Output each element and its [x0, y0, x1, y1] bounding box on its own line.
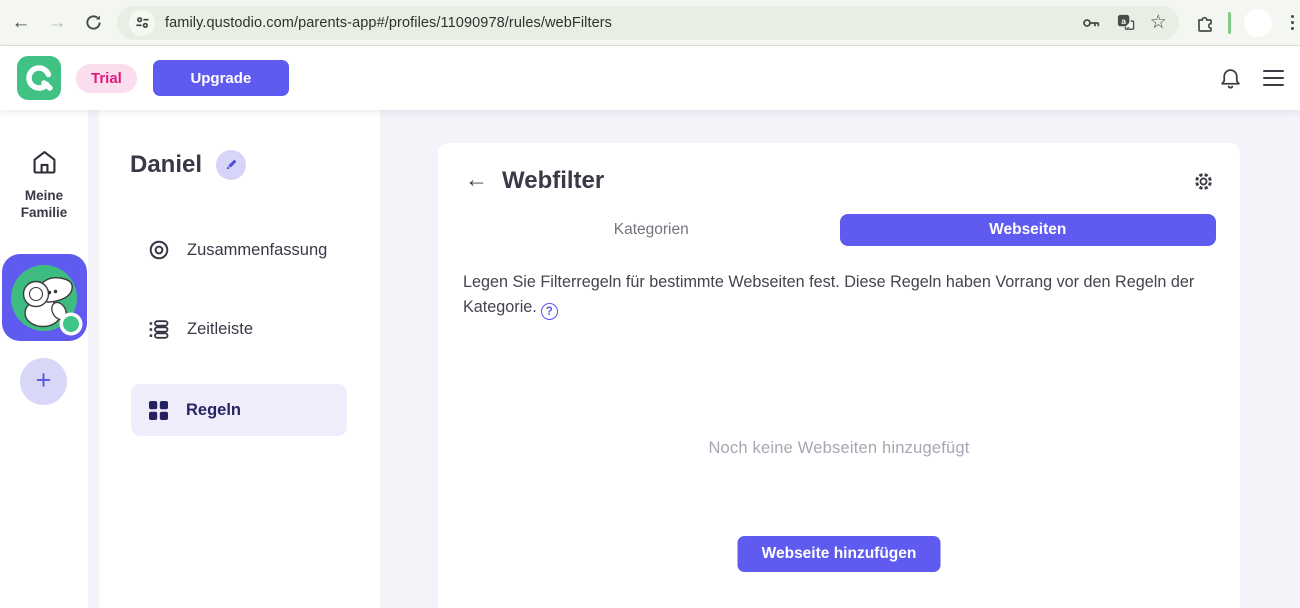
upgrade-button[interactable]: Upgrade — [152, 60, 289, 96]
qustodio-logo[interactable] — [17, 56, 61, 100]
settings-gear-button[interactable] — [1193, 171, 1214, 192]
webfilter-tabs: Kategorien Webseiten — [463, 214, 1216, 246]
notification-bell-icon[interactable] — [1219, 67, 1242, 90]
sidebar-item-label: Regeln — [186, 400, 242, 419]
sidebar-item-zusammenfassung[interactable]: Zusammenfassung — [131, 224, 347, 276]
browser-back-icon[interactable]: ← — [9, 11, 33, 35]
trial-badge: Trial — [76, 63, 137, 93]
hamburger-menu-icon[interactable] — [1263, 69, 1284, 87]
sidebar-item-meine-familie[interactable]: Meine Familie — [0, 148, 88, 221]
left-rail: Meine Familie + — [0, 110, 88, 608]
add-website-button[interactable]: Webseite hinzufügen — [737, 536, 941, 572]
profile-name: Daniel — [130, 151, 203, 178]
extensions-puzzle-icon[interactable] — [1195, 13, 1215, 33]
app-header: Trial Upgrade — [0, 46, 1300, 110]
timeline-list-icon — [149, 320, 169, 339]
sidebar-item-label: Zusammenfassung — [187, 240, 328, 259]
help-icon[interactable]: ? — [540, 303, 558, 321]
tab-kategorien[interactable]: Kategorien — [463, 214, 840, 246]
home-icon — [33, 151, 55, 174]
add-profile-button[interactable]: + — [20, 358, 67, 405]
pencil-icon — [226, 159, 237, 170]
webfilter-panel: ← Webfilter Kategorien Webseiten Legen S… — [438, 143, 1240, 608]
edit-profile-button[interactable] — [216, 150, 247, 180]
back-button[interactable]: ← — [465, 166, 488, 193]
profile-sidebar: Daniel Zusammenfassung Zeitleiste Regeln — [99, 110, 380, 608]
site-settings-icon[interactable] — [129, 9, 155, 36]
browser-menu-icon[interactable] — [1285, 13, 1300, 32]
passwords-key-icon[interactable] — [1081, 13, 1101, 33]
summary-target-icon — [149, 240, 169, 260]
address-bar[interactable]: family.qustodio.com/parents-app#/profile… — [117, 5, 1179, 40]
browser-forward-icon[interactable]: → — [45, 11, 69, 35]
profile-avatar-daniel[interactable] — [2, 254, 87, 341]
browser-profile-avatar[interactable] — [1243, 8, 1272, 37]
tab-webseiten[interactable]: Webseiten — [839, 214, 1216, 246]
tab-group-indicator — [1227, 11, 1231, 34]
browser-reload-icon[interactable] — [81, 11, 105, 35]
rail-home-label: Meine Familie — [20, 188, 68, 220]
gear-icon — [1195, 173, 1212, 190]
page-title: Webfilter — [502, 167, 605, 194]
elephant-avatar-icon — [11, 265, 83, 336]
translate-icon[interactable]: a — [1116, 13, 1135, 32]
empty-state-text: Noch keine Webseiten hinzugefügt — [708, 439, 970, 457]
webfilter-description: Legen Sie Filterregeln für bestimmte Web… — [463, 270, 1198, 321]
sidebar-item-label: Zeitleiste — [187, 319, 254, 338]
sidebar-item-zeitleiste[interactable]: Zeitleiste — [131, 303, 347, 355]
url-text[interactable]: family.qustodio.com/parents-app#/profile… — [165, 15, 1071, 31]
bookmark-star-icon[interactable]: ☆ — [1150, 13, 1167, 32]
sidebar-item-regeln[interactable]: Regeln — [131, 384, 347, 436]
rules-grid-icon — [149, 400, 168, 420]
svg-text:a: a — [1121, 16, 1126, 26]
browser-chrome: ← → family.qustodio.com/parents-app#/pro… — [0, 0, 1300, 46]
